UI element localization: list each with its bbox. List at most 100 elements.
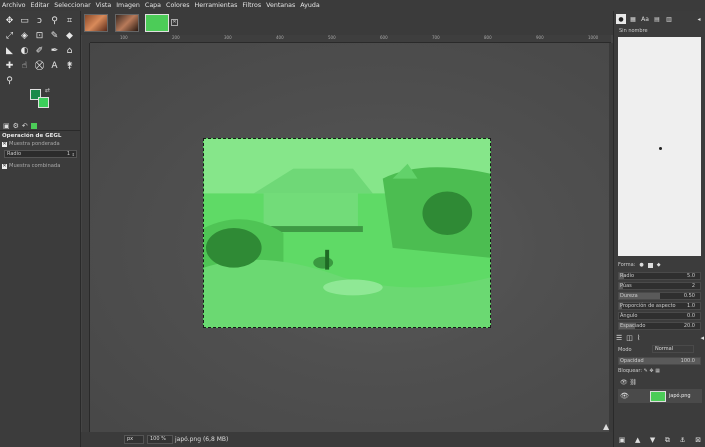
- image-tab-3[interactable]: [145, 14, 169, 32]
- fuzzy-select-tool-icon[interactable]: ⚲: [47, 13, 62, 28]
- shape-circle-icon[interactable]: ●: [639, 262, 643, 268]
- close-tab-icon[interactable]: ✕: [171, 19, 178, 26]
- ruler-tick-label: 1000: [588, 35, 599, 40]
- lasso-tool-icon[interactable]: ↄ: [32, 13, 47, 28]
- menu-filtros[interactable]: Filtros: [242, 2, 261, 9]
- menu-seleccionar[interactable]: Seleccionar: [54, 2, 90, 9]
- move-tool-icon[interactable]: ✥: [2, 13, 17, 28]
- lock-position-icon[interactable]: ✥: [649, 368, 653, 374]
- image-tab-1[interactable]: [84, 14, 108, 32]
- vertical-ruler[interactable]: [82, 43, 90, 432]
- ruler-corner[interactable]: [82, 35, 90, 43]
- color-picker-icon[interactable]: ✎: [47, 28, 62, 43]
- brushes-tab-icon[interactable]: ●: [616, 14, 626, 24]
- heal-tool-icon[interactable]: ✚: [2, 58, 17, 73]
- menu-herramientas[interactable]: Herramientas: [195, 2, 238, 9]
- crop-tool-icon[interactable]: ⌗: [62, 13, 77, 28]
- tool-options-tab-icon[interactable]: ▣: [3, 122, 10, 130]
- brush-param-label: Púas: [620, 283, 632, 289]
- brush-editor-preview[interactable]: [618, 37, 701, 256]
- menu-imagen[interactable]: Imagen: [116, 2, 140, 9]
- zoom-tool-icon[interactable]: ⚲: [2, 73, 17, 88]
- forma-label: Forma:: [618, 262, 636, 268]
- document-history-tab-icon[interactable]: ▤: [652, 14, 662, 24]
- image-tab-2[interactable]: [115, 14, 139, 32]
- muestra-combinada-checkbox[interactable]: ✕: [2, 163, 7, 169]
- layer-visibility-icon[interactable]: 👁: [620, 392, 629, 400]
- menu-colores[interactable]: Colores: [166, 2, 189, 9]
- shape-square-icon[interactable]: [647, 262, 653, 268]
- clone-tool-icon[interactable]: ⌂: [62, 43, 77, 58]
- color-picker-tool-icon[interactable]: ⚵: [62, 58, 77, 73]
- paths-tool-icon[interactable]: ⛒: [32, 58, 47, 73]
- new-layer-icon[interactable]: ▣: [619, 436, 626, 444]
- brush-param-slider[interactable]: Púas 2: [618, 282, 701, 290]
- lower-layer-icon[interactable]: ▼: [650, 436, 655, 444]
- anchor-layer-icon[interactable]: ⚓: [679, 436, 685, 444]
- bucket-fill-icon[interactable]: ◣: [2, 43, 17, 58]
- mode-dropdown[interactable]: Normal: [652, 345, 694, 353]
- unified-transform-icon[interactable]: ◈: [17, 28, 32, 43]
- layer-row[interactable]: 👁 japó.png: [618, 389, 702, 403]
- menu-vista[interactable]: Vista: [96, 2, 112, 9]
- delete-layer-icon[interactable]: ⊠: [695, 436, 701, 444]
- eraser-tool-icon[interactable]: ◆: [62, 28, 77, 43]
- brush-param-slider[interactable]: Proporción de aspecto 1.0: [618, 302, 701, 310]
- background-color-swatch[interactable]: [38, 97, 49, 108]
- channels-tab-icon[interactable]: ◫: [626, 334, 633, 342]
- undo-history-tab-icon[interactable]: ↶: [22, 122, 28, 130]
- device-status-tab-icon[interactable]: ⚙: [13, 122, 19, 130]
- mode-value: Normal: [655, 346, 674, 352]
- brush-param-slider[interactable]: Ángulo 0.0: [618, 312, 701, 320]
- raise-layer-icon[interactable]: ▲: [635, 436, 640, 444]
- horizontal-ruler[interactable]: 100 200 300 400 500 600 700 800 900 1000: [90, 35, 611, 43]
- layers-menu-icon[interactable]: ◂: [700, 334, 704, 342]
- ink-tool-icon[interactable]: ✒: [47, 43, 62, 58]
- opacity-value: 100.0: [680, 358, 695, 364]
- warp-tool-icon[interactable]: ⤢: [2, 28, 17, 43]
- layers-tab-icon[interactable]: ☰: [616, 334, 622, 342]
- zoom-selector[interactable]: 100 %: [147, 435, 173, 444]
- blend-tool-icon[interactable]: ◐: [17, 43, 32, 58]
- dock-menu-icon[interactable]: ◂: [694, 14, 704, 24]
- patterns-tab-icon[interactable]: ▦: [628, 14, 638, 24]
- menu-ayuda[interactable]: Ayuda: [300, 2, 319, 9]
- cage-tool-icon[interactable]: ⊡: [32, 28, 47, 43]
- paintbrush-tool-icon[interactable]: ✐: [32, 43, 47, 58]
- opacity-slider[interactable]: Opacidad 100.0: [618, 357, 701, 365]
- muestra-ponderada-checkbox[interactable]: ✕: [2, 141, 7, 147]
- text-tool-icon[interactable]: A: [47, 58, 62, 73]
- ruler-tick-label: 300: [224, 35, 232, 40]
- navigate-icon[interactable]: ▲: [603, 422, 609, 431]
- spinner-arrows-icon[interactable]: ⇕: [72, 151, 75, 158]
- duplicate-layer-icon[interactable]: ⧉: [665, 436, 670, 445]
- layers-header: 👁 ⛓: [620, 379, 637, 386]
- smudge-tool-icon[interactable]: ☝: [17, 58, 32, 73]
- menu-editar[interactable]: Editar: [31, 2, 50, 9]
- canvas-image[interactable]: [203, 138, 491, 328]
- swap-colors-icon[interactable]: ⇄: [45, 87, 50, 94]
- image-canvas[interactable]: [90, 43, 609, 432]
- lock-pixels-icon[interactable]: ✎: [644, 368, 648, 374]
- brush-param-slider[interactable]: Espaciado 20.0: [618, 322, 701, 330]
- muestra-combinada-row[interactable]: ✕ Muestra combinada: [2, 163, 60, 169]
- color-swatches[interactable]: ⇄: [30, 87, 52, 111]
- menu-archivo[interactable]: Archivo: [2, 2, 26, 9]
- fonts-tab-icon[interactable]: Aa: [640, 14, 650, 24]
- menu-capa[interactable]: Capa: [145, 2, 161, 9]
- paths-tab-icon[interactable]: ⌇: [637, 334, 640, 342]
- brush-param-slider[interactable]: Dureza 0.50: [618, 292, 701, 300]
- image-tab-icon[interactable]: [30, 122, 37, 129]
- gradients-tab-icon[interactable]: ▥: [664, 14, 674, 24]
- brush-param-slider[interactable]: Radio 5.0: [618, 272, 701, 280]
- rect-select-tool-icon[interactable]: ▭: [17, 13, 32, 28]
- unit-selector[interactable]: px: [124, 435, 144, 444]
- brush-param-value: 20.0: [683, 323, 695, 329]
- menu-ventanas[interactable]: Ventanas: [266, 2, 295, 9]
- toolbox-panel: ✥ ▭ ↄ ⚲ ⌗ ⤢ ◈ ⊡ ✎ ◆ ◣ ◐ ✐ ✒ ⌂ ✚ ☝ ⛒ A ⚵ …: [0, 11, 81, 447]
- radio-spinner[interactable]: Radio 1 ⇕: [4, 150, 77, 158]
- visibility-header-icon: 👁: [620, 379, 628, 386]
- muestra-ponderada-row[interactable]: ✕ Muestra ponderada: [2, 141, 60, 147]
- lock-alpha-icon[interactable]: ▦: [655, 368, 660, 374]
- shape-diamond-icon[interactable]: ◆: [657, 262, 661, 268]
